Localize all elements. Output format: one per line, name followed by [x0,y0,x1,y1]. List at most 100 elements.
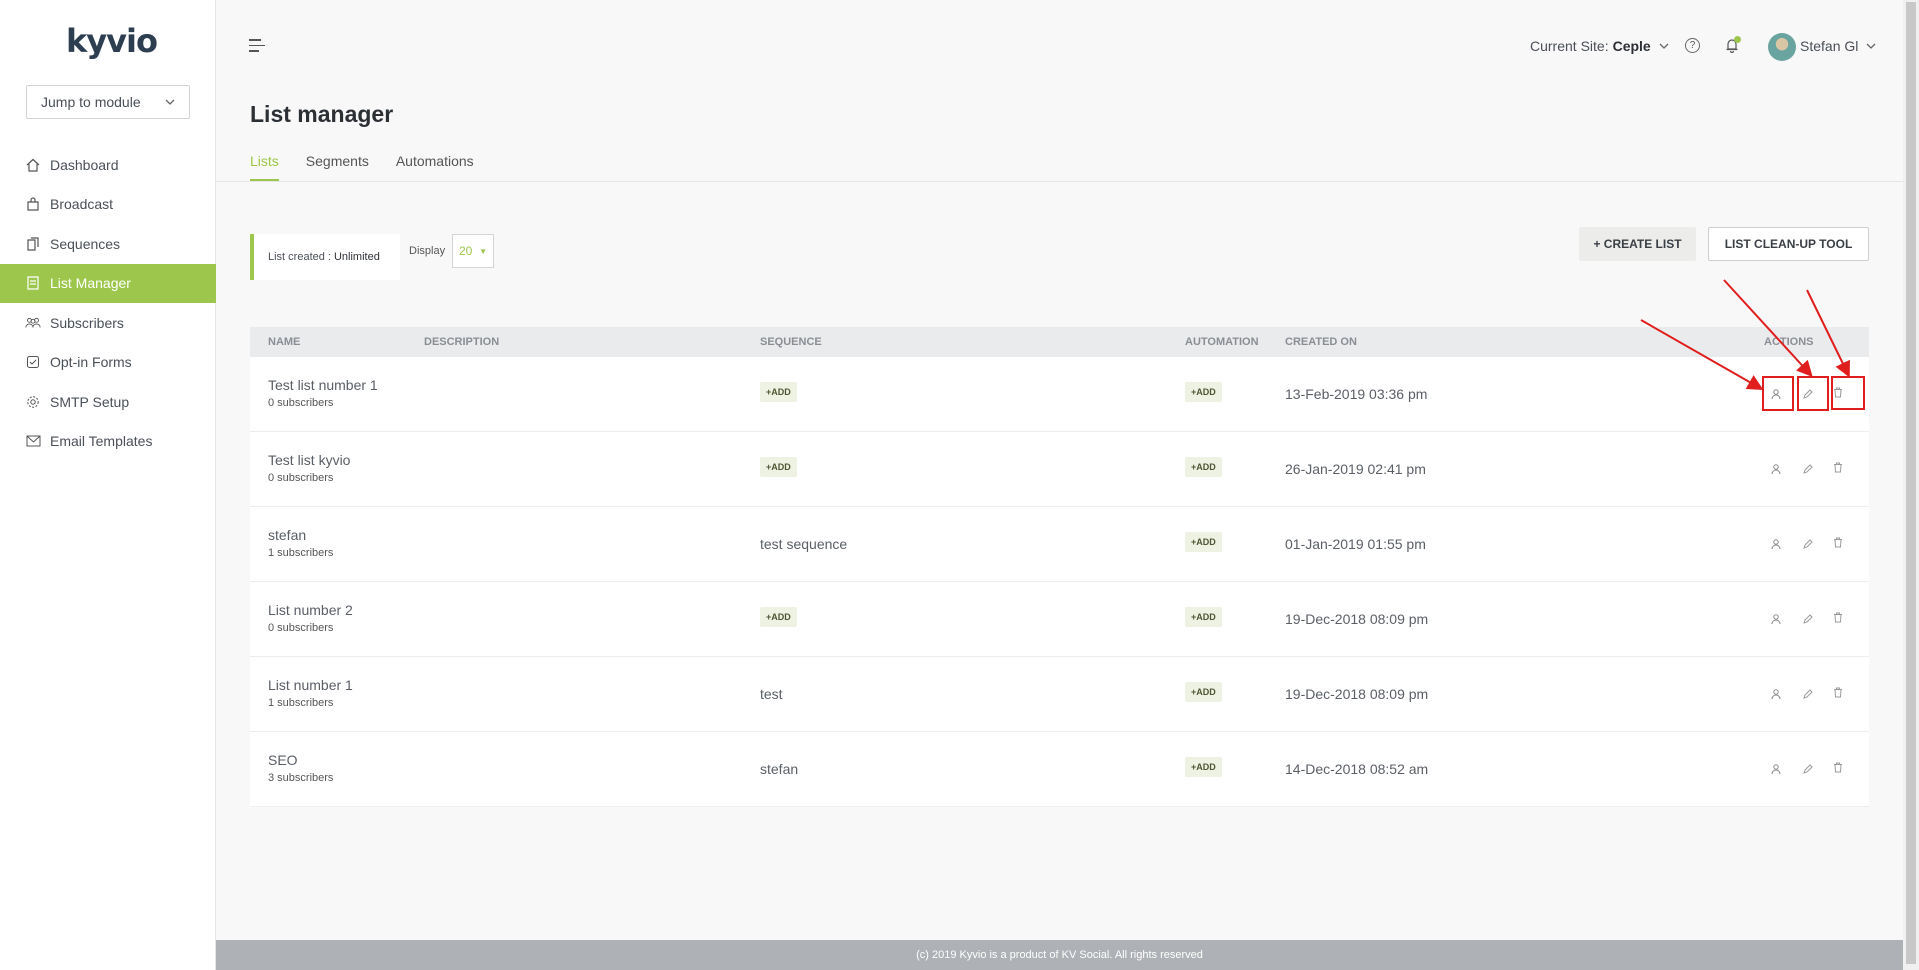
add-sequence-button[interactable]: +ADD [760,382,797,402]
trash-icon[interactable] [1829,608,1847,626]
table-header: NAME DESCRIPTION SEQUENCE AUTOMATION CRE… [250,327,1869,357]
sidebar-item-label: Opt-in Forms [50,354,132,371]
list-name[interactable]: Test list kyvio [268,452,350,468]
sequence-name[interactable]: stefan [760,761,798,777]
display-count-select[interactable]: 20 ▼ [452,234,494,268]
users-icon [25,315,41,331]
list-name[interactable]: List number 2 [268,602,353,618]
display-count-value: 20 [459,244,473,258]
subscribers-icon[interactable] [1767,610,1785,628]
trash-icon[interactable] [1829,758,1847,776]
sidebar-item-dashboard[interactable]: Dashboard [0,145,216,185]
edit-icon[interactable] [1798,535,1816,553]
current-site-value: Ceple [1612,38,1651,54]
sidebar-nav: Dashboard Broadcast Sequences List Manag… [0,145,216,461]
sequence-name[interactable]: test sequence [760,536,847,552]
copy-icon [25,236,41,252]
subscribers-icon[interactable] [1767,535,1785,553]
add-automation-button[interactable]: +ADD [1185,757,1222,777]
list-name[interactable]: List number 1 [268,677,353,693]
subscribers-icon[interactable] [1767,460,1785,478]
sidebar-item-smtp-setup[interactable]: SMTP Setup [0,382,216,422]
help-icon[interactable]: ? [1685,38,1700,53]
tabs-divider [216,181,1903,182]
subscribers-icon[interactable] [1767,760,1785,778]
edit-icon[interactable] [1798,760,1816,778]
gear-icon [25,394,41,410]
scrollbar-thumb[interactable] [1906,2,1916,964]
subscribers-icon[interactable] [1767,685,1785,703]
user-menu[interactable]: Stefan Gl [1800,38,1876,54]
menu-toggle-icon[interactable] [249,39,265,53]
create-list-button[interactable]: + CREATE LIST [1579,227,1696,261]
list-cleanup-button[interactable]: LIST CLEAN-UP TOOL [1708,227,1869,261]
sidebar-item-subscribers[interactable]: Subscribers [0,303,216,343]
jump-to-module-select[interactable]: Jump to module [26,85,190,119]
caret-down-icon: ▼ [479,246,487,256]
sidebar-item-list-manager[interactable]: List Manager [0,263,216,303]
checkbox-icon [25,354,41,370]
home-icon [25,157,41,173]
sidebar-item-optin-forms[interactable]: Opt-in Forms [0,343,216,383]
table-row: stefan 1 subscribers test sequence +ADD … [250,507,1869,582]
sidebar: kyvio Jump to module Dashboard Broadcast… [0,0,216,970]
annotation-box-subscribers [1762,376,1794,411]
edit-icon[interactable] [1798,685,1816,703]
mail-icon [25,433,41,449]
edit-icon[interactable] [1798,460,1816,478]
created-date: 19-Dec-2018 08:09 pm [1285,686,1429,702]
add-sequence-button[interactable]: +ADD [760,457,797,477]
annotation-box-delete [1831,376,1865,410]
sidebar-item-sequences[interactable]: Sequences [0,224,216,264]
tab-segments[interactable]: Segments [306,153,369,181]
tab-lists[interactable]: Lists [250,153,279,181]
current-site-selector[interactable]: Current Site: Ceple [1530,38,1669,54]
header-created-on: CREATED ON [1285,336,1357,348]
avatar[interactable] [1768,33,1796,61]
subscriber-count: 0 subscribers [268,472,334,484]
logo-text: kyvio [66,22,158,60]
add-automation-button[interactable]: +ADD [1185,607,1222,627]
created-date: 26-Jan-2019 02:41 pm [1285,461,1426,477]
table-row: List number 1 1 subscribers test +ADD 19… [250,657,1869,732]
current-site-label: Current Site: [1530,38,1609,54]
page-title: List manager [250,101,394,127]
subscriber-count: 3 subscribers [268,772,334,784]
edit-icon[interactable] [1798,610,1816,628]
trash-icon[interactable] [1829,458,1847,476]
sidebar-item-label: Sequences [50,235,121,252]
add-automation-button[interactable]: +ADD [1185,532,1222,552]
display-label: Display [409,245,446,257]
add-automation-button[interactable]: +ADD [1185,682,1222,702]
footer-text: (c) 2019 Kyvio is a product of KV Social… [916,949,1203,961]
list-name[interactable]: SEO [268,752,298,768]
table-row: Test list number 1 0 subscribers +ADD +A… [250,357,1869,432]
add-automation-button[interactable]: +ADD [1185,382,1222,402]
list-name[interactable]: Test list number 1 [268,377,378,393]
trash-icon[interactable] [1829,533,1847,551]
subscriber-count: 1 subscribers [268,547,334,559]
created-date: 13-Feb-2019 03:36 pm [1285,386,1428,402]
sidebar-item-label: Dashboard [50,156,119,173]
sidebar-item-email-templates[interactable]: Email Templates [0,422,216,462]
list-name[interactable]: stefan [268,527,306,543]
table-row: Test list kyvio 0 subscribers +ADD +ADD … [250,432,1869,507]
created-date: 14-Dec-2018 08:52 am [1285,761,1429,777]
created-date: 19-Dec-2018 08:09 pm [1285,611,1429,627]
add-automation-button[interactable]: +ADD [1185,457,1222,477]
trash-icon[interactable] [1829,683,1847,701]
add-sequence-button[interactable]: +ADD [760,607,797,627]
annotation-box-edit [1797,376,1829,411]
header-sequence: SEQUENCE [760,336,822,348]
sidebar-item-broadcast[interactable]: Broadcast [0,185,216,225]
tab-automations[interactable]: Automations [396,153,474,181]
list-icon [25,275,41,291]
header-automation: AUTOMATION [1185,336,1259,348]
footer: (c) 2019 Kyvio is a product of KV Social… [216,940,1903,970]
list-created-info: List created : Unlimited [250,234,400,280]
sidebar-item-label: SMTP Setup [50,393,130,410]
list-created-label: List created : [268,251,331,263]
kyvio-logo[interactable]: kyvio [66,22,158,62]
sidebar-item-label: Subscribers [50,314,124,331]
sequence-name[interactable]: test [760,686,783,702]
